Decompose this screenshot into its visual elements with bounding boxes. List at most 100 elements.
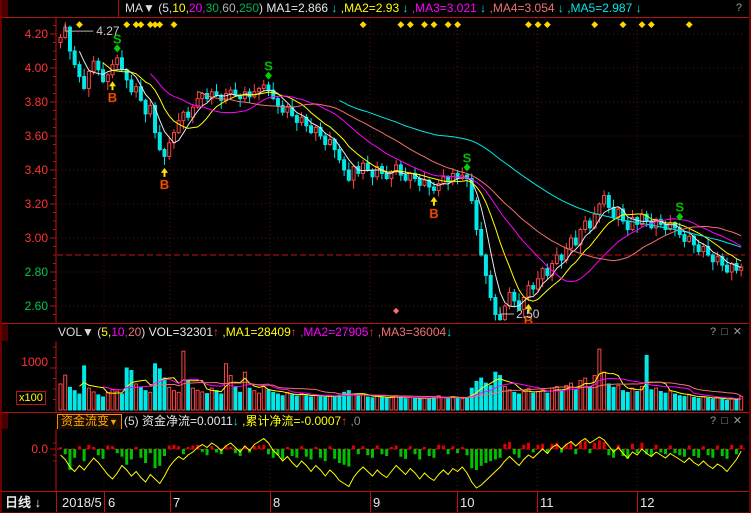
ma-segment: 10, — [172, 1, 189, 15]
ma-segment: 250 — [239, 1, 259, 15]
month-separator — [370, 492, 371, 513]
svg-text:◆: ◆ — [156, 19, 163, 29]
month-separator — [170, 492, 171, 513]
vol-dropdown[interactable]: VOL▼ — [58, 325, 97, 339]
svg-text:S: S — [264, 59, 273, 74]
volume-indicator-values: VOL▼ (5,10,20) VOL=32301↑ ,MA1=28409↑ ,M… — [58, 324, 452, 341]
svg-text:◆: ◆ — [638, 19, 645, 29]
ma-indicator-values: MA▼ (5,10,20,30,60,250) MA1=2.866 ↓ ,MA2… — [125, 0, 642, 17]
period-selector[interactable]: 日线 ↓ — [0, 492, 57, 513]
fund-flow-header: 资金流变▼ (5) 资金净流=0.0011↓ ,累计净流=-0.0007↑ ,0… — [0, 412, 751, 430]
price-axis-label: 3.40 — [0, 163, 48, 177]
svg-text:◆: ◆ — [360, 19, 367, 29]
flow-segment: (5) — [124, 414, 142, 428]
close-icon[interactable]: ✕ — [733, 326, 743, 338]
date-label: 11 — [540, 492, 554, 513]
ma-segment: ,MA5=2.987 — [564, 1, 636, 15]
vol-segment: ,MA3=36004 — [374, 325, 446, 339]
ma-segment: MA1=2.866 — [266, 1, 331, 15]
volume-header: VOL▼ (5,10,20) VOL=32301↑ ,MA1=28409↑ ,M… — [0, 323, 751, 342]
header-divider — [118, 0, 119, 17]
ma-segment: ↓ — [636, 1, 642, 15]
price-axis-label: 3.80 — [0, 95, 48, 109]
vol-segment: VOL=32301 — [149, 325, 213, 339]
price-axis-label: 4.00 — [0, 61, 48, 75]
ma-segment: ,MA2=2.93 — [337, 1, 402, 15]
svg-text:◆: ◆ — [76, 19, 83, 29]
help-icon[interactable]: ? — [710, 326, 717, 338]
svg-text:◆: ◆ — [397, 19, 404, 29]
svg-text:4.27: 4.27 — [96, 24, 120, 38]
svg-text:◆: ◆ — [421, 19, 428, 29]
flow-segment: ,累计净流=-0.0007 — [239, 414, 341, 428]
price-chart-panel: ◆◆◆◆◆◆◆◆◆◆◆◆◆◆◆◆◆◆◆◆◆◆◆◆BBBBSSSS4.272.50… — [0, 18, 751, 323]
chevron-down-icon: ▼ — [109, 417, 118, 427]
restore-icon[interactable]: □ — [721, 415, 729, 427]
date-label: 8 — [273, 492, 280, 513]
month-separator — [457, 492, 458, 513]
price-axis-label: 3.20 — [0, 197, 48, 211]
price-axis-label: 2.80 — [0, 265, 48, 279]
volume-axis-label: 1000 — [0, 355, 48, 369]
period-label: 日线 — [5, 495, 31, 510]
ma-segment: ,MA4=3.054 — [486, 1, 558, 15]
vol-segment: ↓ — [446, 325, 452, 339]
ma-segment: 20, — [189, 1, 206, 15]
vol-segment: ,MA1=28409 — [219, 325, 291, 339]
svg-text:◆: ◆ — [620, 19, 627, 29]
price-axis-label: 3.00 — [0, 231, 48, 245]
vol-segment: ) — [141, 325, 148, 339]
ma-segment: 30, — [206, 1, 223, 15]
vol-segment: 5, — [101, 325, 111, 339]
ma-segment: ,MA3=3.021 — [408, 1, 480, 15]
month-separator — [537, 492, 538, 513]
flow-axis-label: 0.0 — [0, 442, 48, 456]
price-chart-svg[interactable]: ◆◆◆◆◆◆◆◆◆◆◆◆◆◆◆◆◆◆◆◆◆◆◆◆BBBBSSSS4.272.50 — [0, 18, 751, 323]
date-label: 2018/5 — [62, 492, 102, 513]
svg-text:◆: ◆ — [534, 19, 541, 29]
svg-text:◆: ◆ — [544, 19, 551, 29]
svg-text:B: B — [429, 206, 438, 221]
svg-text:S: S — [463, 150, 472, 165]
main-indicator-header: MA▼ (5,10,20,30,60,250) MA1=2.866 ↓ ,MA2… — [0, 0, 751, 18]
flow-segment: 资金净流=0.0011 — [142, 414, 233, 428]
svg-text:◆: ◆ — [430, 19, 437, 29]
fund-flow-chart-svg[interactable] — [0, 429, 751, 491]
svg-text:◆: ◆ — [407, 19, 414, 29]
svg-text:◆: ◆ — [445, 19, 452, 29]
svg-text:B: B — [108, 90, 117, 105]
fund-flow-dropdown[interactable]: 资金流变▼ — [57, 414, 122, 430]
svg-text:◆: ◆ — [525, 19, 532, 29]
date-label: 9 — [373, 492, 380, 513]
close-icon[interactable]: ✕ — [733, 415, 743, 427]
restore-icon[interactable]: □ — [721, 326, 729, 338]
arrow-down-icon: ↓ — [35, 495, 42, 510]
date-label: 7 — [173, 492, 180, 513]
price-axis-label: 4.20 — [0, 27, 48, 41]
price-axis-label: 3.60 — [0, 129, 48, 143]
window-border-left — [0, 0, 2, 513]
ma-segment: 60, — [222, 1, 239, 15]
svg-text:2.50: 2.50 — [516, 307, 540, 321]
svg-text:◆: ◆ — [454, 19, 461, 29]
svg-text:S: S — [675, 200, 684, 215]
month-separator — [270, 492, 271, 513]
price-axis-label: 2.60 — [0, 299, 48, 313]
help-icon[interactable]: ? — [710, 415, 717, 427]
fund-flow-values: (5) 资金净流=0.0011↓ ,累计净流=-0.0007↑ ,0 — [124, 413, 361, 430]
date-label: 10 — [460, 492, 474, 513]
ma-segment: 5, — [162, 1, 172, 15]
volume-chart-panel: 1000 x100 — [0, 341, 751, 412]
ma-dropdown[interactable]: MA▼ — [125, 1, 158, 15]
stock-chart-window: MA▼ (5,10,20,30,60,250) MA1=2.866 ↓ ,MA2… — [0, 0, 751, 513]
fund-flow-chart-panel: 0.0 — [0, 429, 751, 491]
vol-segment: 10, — [111, 325, 128, 339]
svg-text:◆: ◆ — [170, 19, 177, 29]
help-icon[interactable]: ? — [736, 2, 743, 14]
svg-text:◆: ◆ — [686, 19, 693, 29]
month-separator — [104, 492, 105, 513]
fund-flow-dropdown-label: 资金流变 — [61, 414, 109, 428]
volume-chart-svg[interactable] — [0, 341, 751, 412]
date-label: 6 — [108, 492, 115, 513]
svg-text:B: B — [160, 177, 169, 192]
